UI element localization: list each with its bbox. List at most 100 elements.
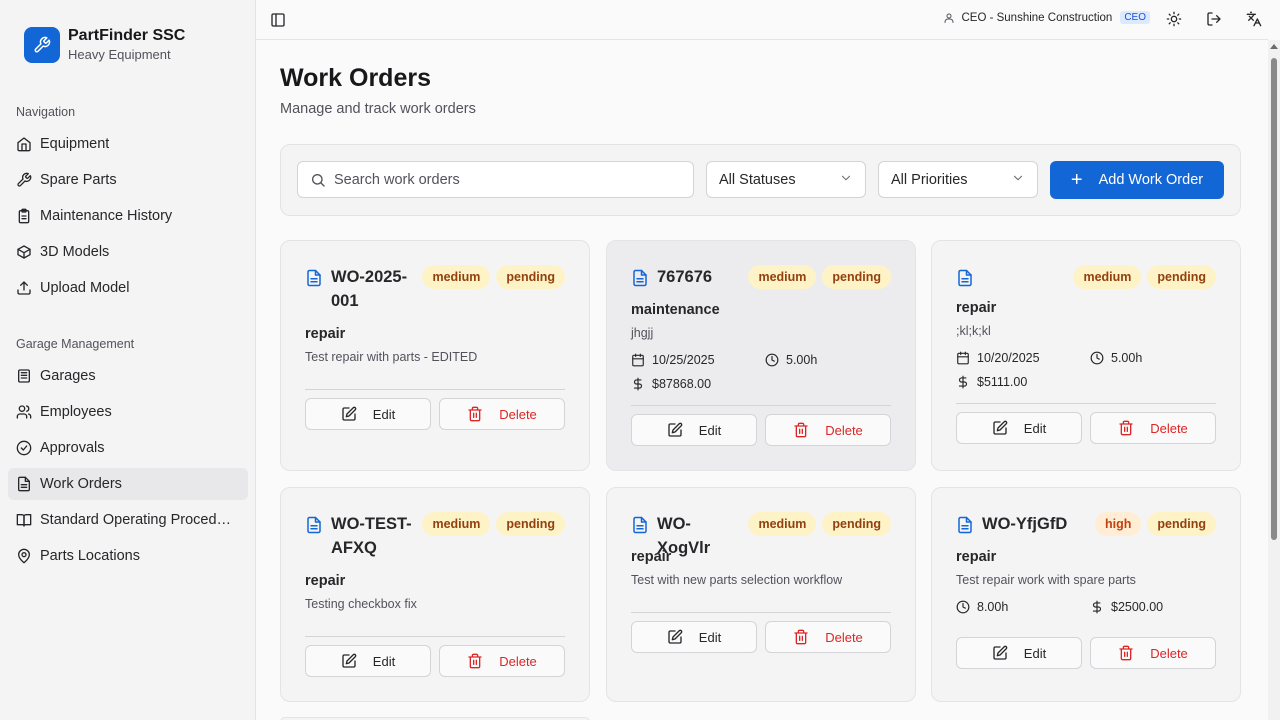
work-order-card[interactable]: WO-2025-001 medium pending repair Test r… (280, 240, 590, 471)
sun-icon[interactable] (1166, 11, 1182, 27)
sidebar-item-work-orders[interactable]: Work Orders (8, 468, 248, 500)
edit-label: Edit (698, 422, 722, 438)
hours-value: 8.00h (977, 600, 1009, 614)
sidebar-item-maintenance-history[interactable]: Maintenance History (8, 200, 248, 232)
chevron-down-icon (839, 171, 853, 189)
page-subtitle: Manage and track work orders (280, 101, 476, 117)
document-icon (305, 516, 323, 534)
sidebar-item-label: Garages (40, 368, 96, 384)
work-order-hours: 5.00h (765, 353, 817, 367)
sidebar-item-label: Parts Locations (40, 548, 140, 564)
nav-group-garage-management: Garage Management Garages Employees Appr… (8, 332, 248, 572)
users-icon (16, 404, 32, 420)
sidebar-item-sop[interactable]: Standard Operating Procedures (8, 504, 248, 536)
delete-label: Delete (499, 653, 537, 669)
document-icon (631, 516, 649, 534)
map-pin-icon (16, 548, 32, 564)
cost-value: $87868.00 (652, 377, 712, 391)
work-order-card[interactable]: WO-XogVlr medium pending repair Test wit… (606, 487, 916, 702)
add-work-order-label: Add Work Order (1098, 172, 1204, 188)
sidebar-item-label: Maintenance History (40, 208, 173, 224)
edit-label: Edit (372, 406, 396, 422)
edit-button[interactable]: Edit (305, 645, 431, 677)
add-work-order-button[interactable]: + Add Work Order (1050, 161, 1224, 199)
delete-label: Delete (499, 406, 537, 422)
user-name: CEO - Sunshine Construction (961, 11, 1113, 24)
delete-button[interactable]: Delete (439, 398, 565, 430)
status-badge: pending (822, 265, 891, 289)
work-order-cost: $2500.00 (1090, 600, 1163, 614)
box-icon (16, 244, 32, 260)
brand[interactable]: PartFinder SSC Heavy Equipment (24, 26, 185, 64)
status-badge: pending (496, 265, 565, 289)
priority-badge: medium (422, 265, 491, 289)
work-order-card[interactable]: WO-YfjGfD high pending repair Test repai… (931, 487, 1241, 702)
scroll-up-arrow-icon[interactable] (1270, 44, 1278, 49)
work-order-type: maintenance (631, 302, 720, 318)
work-order-card[interactable]: medium pending repair ;kl;k;kl 10/20/202… (931, 240, 1241, 471)
language-icon[interactable] (1246, 11, 1262, 27)
work-order-card[interactable]: WO-TEST-AFXQ medium pending repair Testi… (280, 487, 590, 702)
delete-button[interactable]: Delete (439, 645, 565, 677)
sidebar-toggle-icon[interactable] (270, 12, 286, 28)
page-scrollbar[interactable] (1268, 40, 1280, 720)
edit-label: Edit (1023, 420, 1047, 436)
scroll-thumb[interactable] (1271, 58, 1277, 540)
chevron-down-icon (1011, 171, 1025, 189)
delete-label: Delete (825, 422, 863, 438)
user-info: CEO - Sunshine Construction CEO (943, 11, 1150, 24)
filter-bar: All Statuses All Priorities + Add Work O… (280, 144, 1241, 216)
work-order-id: WO-2025-001 (331, 268, 408, 310)
document-icon (956, 269, 974, 287)
search-input[interactable] (334, 171, 674, 188)
file-icon (16, 476, 32, 492)
building-icon (16, 368, 32, 384)
clock-icon (1090, 351, 1104, 365)
search-box[interactable] (297, 161, 694, 198)
delete-button[interactable]: Delete (1090, 412, 1216, 444)
sidebar-item-employees[interactable]: Employees (8, 396, 248, 428)
work-order-description: Testing checkbox fix (305, 597, 417, 611)
sidebar-item-label: Work Orders (40, 476, 122, 492)
edit-label: Edit (372, 653, 396, 669)
edit-button[interactable]: Edit (631, 621, 757, 653)
work-order-type: repair (956, 300, 997, 316)
priority-badge: medium (422, 512, 491, 536)
sidebar-item-spare-parts[interactable]: Spare Parts (8, 164, 248, 196)
work-order-description: jhgjj (631, 326, 654, 340)
edit-button[interactable]: Edit (956, 412, 1082, 444)
sidebar-item-3d-models[interactable]: 3D Models (8, 236, 248, 268)
sidebar-item-parts-locations[interactable]: Parts Locations (8, 540, 248, 572)
status-badge: pending (496, 512, 565, 536)
sidebar-item-upload-model[interactable]: Upload Model (8, 272, 248, 304)
delete-button[interactable]: Delete (765, 414, 891, 446)
delete-label: Delete (825, 629, 863, 645)
edit-button[interactable]: Edit (956, 637, 1082, 669)
check-circle-icon (16, 440, 32, 456)
edit-button[interactable]: Edit (631, 414, 757, 446)
wrench-icon (16, 172, 32, 188)
role-badge: CEO (1120, 11, 1150, 24)
document-icon (631, 269, 649, 287)
delete-button[interactable]: Delete (765, 621, 891, 653)
work-order-type: repair (305, 326, 346, 342)
sidebar-item-garages[interactable]: Garages (8, 360, 248, 392)
work-order-card[interactable]: 767676 medium pending maintenance jhgjj … (606, 240, 916, 471)
status-select[interactable]: All Statuses (706, 161, 866, 198)
work-order-type: repair (305, 573, 346, 589)
document-icon (956, 516, 974, 534)
sidebar-item-equipment[interactable]: Equipment (8, 128, 248, 160)
work-order-hours: 5.00h (1090, 351, 1142, 365)
dollar-icon (956, 375, 970, 389)
sidebar-item-approvals[interactable]: Approvals (8, 432, 248, 464)
delete-button[interactable]: Delete (1090, 637, 1216, 669)
status-badge: pending (1147, 512, 1216, 536)
edit-icon (667, 629, 683, 645)
status-select-value: All Statuses (719, 171, 796, 188)
sidebar-item-label: Employees (40, 404, 112, 420)
calendar-icon (956, 351, 970, 365)
logout-icon[interactable] (1206, 11, 1222, 27)
priority-select[interactable]: All Priorities (878, 161, 1038, 198)
plus-icon: + (1070, 169, 1083, 191)
edit-button[interactable]: Edit (305, 398, 431, 430)
